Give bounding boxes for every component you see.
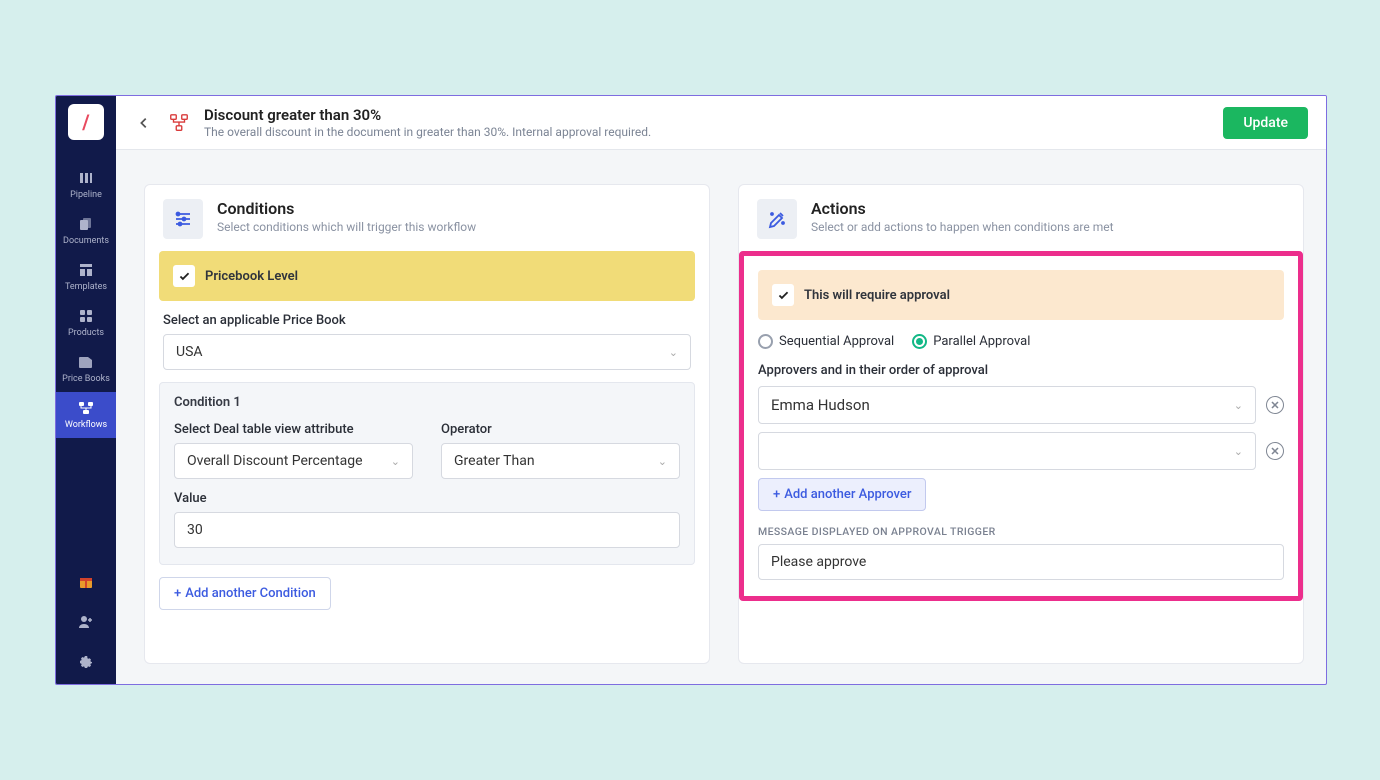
main-area: Discount greater than 30% The overall di… — [116, 96, 1326, 684]
add-condition-button[interactable]: + Add another Condition — [159, 577, 331, 610]
remove-approver-button[interactable]: ✕ — [1266, 442, 1284, 460]
banner-label: Pricebook Level — [205, 269, 298, 284]
value-label: Value — [174, 491, 680, 506]
sidebar-item-products[interactable]: Products — [56, 300, 116, 346]
page-subtitle: The overall discount in the document in … — [204, 125, 1209, 139]
gear-icon — [78, 654, 94, 670]
sidebar-item-label: Pipeline — [70, 190, 102, 200]
checkmark-icon[interactable] — [772, 284, 794, 306]
content: Conditions Select conditions which will … — [116, 150, 1326, 684]
sidebar-item-label: Products — [68, 328, 104, 338]
sequential-approval-label: Sequential Approval — [779, 334, 894, 349]
actions-highlight-box: This will require approval Sequential Ap… — [739, 251, 1303, 601]
gift-icon — [78, 574, 94, 590]
sequential-approval-radio[interactable]: Sequential Approval — [758, 334, 894, 349]
chevron-down-icon: ⌄ — [669, 346, 678, 359]
attr-value: Overall Discount Percentage — [187, 453, 363, 469]
value-input[interactable]: 30 — [174, 512, 680, 548]
sidebar-item-documents[interactable]: Documents — [56, 208, 116, 254]
chevron-down-icon: ⌄ — [391, 455, 400, 468]
sidebar-item-label: Workflows — [65, 420, 107, 430]
add-approver-label: Add another Approver — [784, 487, 911, 502]
conditions-subtitle: Select conditions which will trigger thi… — [217, 220, 476, 234]
title-block: Discount greater than 30% The overall di… — [204, 106, 1209, 139]
approver-row: ⌄ ✕ — [758, 432, 1284, 470]
actions-icon — [757, 199, 797, 239]
app-frame: / Pipeline Documents Templates Products — [55, 95, 1327, 685]
radio-icon — [912, 334, 927, 349]
message-label: MESSAGE DISPLAYED ON APPROVAL TRIGGER — [758, 525, 1284, 538]
approvers-label: Approvers and in their order of approval — [758, 363, 1284, 378]
documents-icon — [78, 216, 94, 232]
add-approver-button[interactable]: + Add another Approver — [758, 478, 926, 511]
approver-name: Emma Hudson — [771, 396, 870, 414]
sidebar-item-templates[interactable]: Templates — [56, 254, 116, 300]
sidebar-item-label: Documents — [63, 236, 109, 246]
operator-select[interactable]: Greater Than ⌄ — [441, 443, 680, 479]
actions-panel: Actions Select or add actions to happen … — [738, 184, 1304, 664]
app-logo[interactable]: / — [68, 104, 104, 140]
pipeline-icon — [78, 170, 94, 186]
sidebar-item-pricebooks[interactable]: Price Books — [56, 346, 116, 392]
sidebar-item-label: Templates — [65, 282, 107, 292]
products-icon — [78, 308, 94, 324]
pricebook-label: Select an applicable Price Book — [163, 313, 691, 328]
sidebar-item-gift[interactable] — [56, 564, 116, 604]
add-condition-label: Add another Condition — [185, 586, 315, 601]
sidebar-item-settings[interactable] — [56, 644, 116, 684]
templates-icon — [78, 262, 94, 278]
approval-message-input[interactable]: Please approve — [758, 544, 1284, 580]
sidebar-item-add-user[interactable] — [56, 604, 116, 644]
slash-icon: / — [82, 110, 89, 134]
conditions-panel: Conditions Select conditions which will … — [144, 184, 710, 664]
checkmark-icon[interactable] — [173, 265, 195, 287]
plus-icon: + — [174, 586, 181, 601]
radio-icon — [758, 334, 773, 349]
conditions-icon — [163, 199, 203, 239]
approver-select[interactable]: ⌄ — [758, 432, 1256, 470]
sidebar: / Pipeline Documents Templates Products — [56, 96, 116, 684]
operator-value: Greater Than — [454, 453, 535, 469]
parallel-approval-radio[interactable]: Parallel Approval — [912, 334, 1030, 349]
sidebar-item-workflows[interactable]: Workflows — [56, 392, 116, 438]
page-title: Discount greater than 30% — [204, 106, 1209, 124]
workflows-icon — [78, 400, 94, 416]
pricebook-select[interactable]: USA ⌄ — [163, 334, 691, 370]
approver-select[interactable]: Emma Hudson ⌄ — [758, 386, 1256, 424]
sidebar-item-label: Price Books — [62, 374, 110, 384]
flow-icon — [168, 112, 190, 134]
condition-card: Condition 1 Select Deal table view attri… — [159, 382, 695, 565]
topbar: Discount greater than 30% The overall di… — [116, 96, 1326, 150]
actions-subtitle: Select or add actions to happen when con… — [811, 220, 1114, 234]
pricebook-level-banner: Pricebook Level — [159, 251, 695, 301]
approver-row: Emma Hudson ⌄ ✕ — [758, 386, 1284, 424]
chevron-down-icon: ⌄ — [658, 455, 667, 468]
operator-label: Operator — [441, 422, 680, 437]
plus-icon: + — [773, 487, 780, 502]
value-text: 30 — [187, 522, 203, 538]
pricebook-value: USA — [176, 344, 203, 360]
conditions-title: Conditions — [217, 199, 476, 218]
user-plus-icon — [78, 614, 94, 630]
actions-title: Actions — [811, 199, 1114, 218]
pricebooks-icon — [78, 354, 94, 370]
sidebar-item-pipeline[interactable]: Pipeline — [56, 162, 116, 208]
parallel-approval-label: Parallel Approval — [933, 334, 1030, 349]
approval-banner: This will require approval — [758, 270, 1284, 320]
approval-type-row: Sequential Approval Parallel Approval — [758, 334, 1284, 349]
condition-title: Condition 1 — [174, 395, 680, 410]
chevron-down-icon: ⌄ — [1234, 445, 1243, 458]
remove-approver-button[interactable]: ✕ — [1266, 396, 1284, 414]
back-button[interactable] — [134, 113, 154, 133]
update-button[interactable]: Update — [1223, 107, 1308, 139]
attribute-select[interactable]: Overall Discount Percentage ⌄ — [174, 443, 413, 479]
approval-banner-label: This will require approval — [804, 288, 950, 303]
attr-label: Select Deal table view attribute — [174, 422, 413, 437]
chevron-down-icon: ⌄ — [1234, 399, 1243, 412]
approval-message-text: Please approve — [771, 554, 866, 570]
